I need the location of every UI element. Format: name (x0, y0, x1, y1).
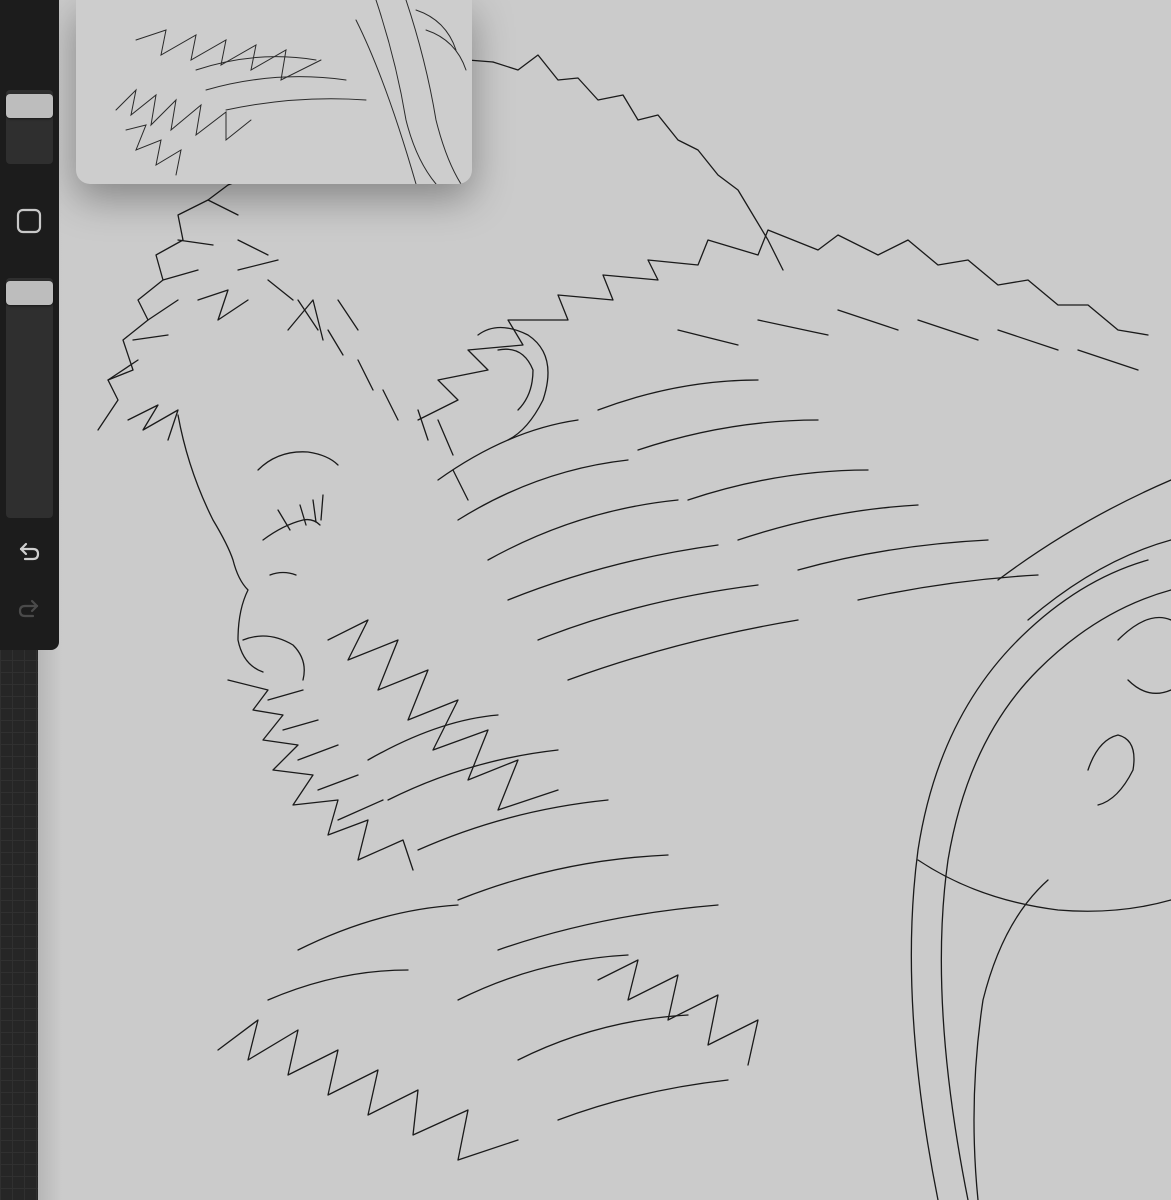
fur-bottom-strokes (267, 904, 729, 1121)
ear (477, 326, 549, 441)
brush-size-thumb[interactable] (6, 94, 53, 118)
fur-lower-mid (367, 714, 719, 951)
forehead-profile (177, 414, 264, 673)
beard-texture (267, 689, 384, 821)
preview-top (135, 29, 322, 81)
arm-sketch-3 (917, 859, 1171, 912)
preview-arm (355, 0, 462, 184)
undo-button[interactable] (15, 539, 43, 567)
undo-arrow-icon (19, 542, 40, 561)
brush-opacity-slider[interactable] (6, 278, 53, 518)
arm-sketch (910, 559, 1149, 1200)
hair-tufts (107, 199, 469, 501)
modify-button[interactable] (15, 207, 43, 235)
ear-inner (497, 348, 534, 411)
mustache (242, 635, 305, 681)
cheek (269, 571, 297, 576)
square-icon (16, 208, 42, 234)
reference-window[interactable] (76, 0, 472, 184)
circle-sketch (1117, 616, 1171, 694)
fur-bottom (217, 1019, 519, 1161)
fur-lower-left (327, 619, 559, 811)
eye-lashes (277, 494, 324, 531)
preview-beard (125, 124, 182, 176)
redo-arrow-icon (18, 599, 39, 618)
hair-back (492, 54, 784, 271)
fur-collar-strokes-2 (597, 379, 1039, 601)
reference-preview (115, 0, 467, 184)
fur-collar-strokes-3 (677, 309, 1139, 371)
arm-sketch-2 (940, 589, 1171, 1200)
brush-opacity-thumb[interactable] (6, 281, 53, 305)
fur-right-edge (597, 959, 759, 1066)
brush-size-slider[interactable] (6, 90, 53, 164)
hair-strands (127, 259, 359, 441)
fur-collar-strokes-1 (437, 419, 799, 681)
left-sidebar (0, 0, 59, 650)
preview-fur (115, 88, 252, 142)
beard (227, 679, 414, 871)
eye (262, 518, 321, 541)
arm-sketch-4 (973, 879, 1049, 1200)
redo-button[interactable] (15, 596, 43, 624)
eyebrow (257, 451, 339, 471)
hand-sketch (1087, 734, 1135, 806)
